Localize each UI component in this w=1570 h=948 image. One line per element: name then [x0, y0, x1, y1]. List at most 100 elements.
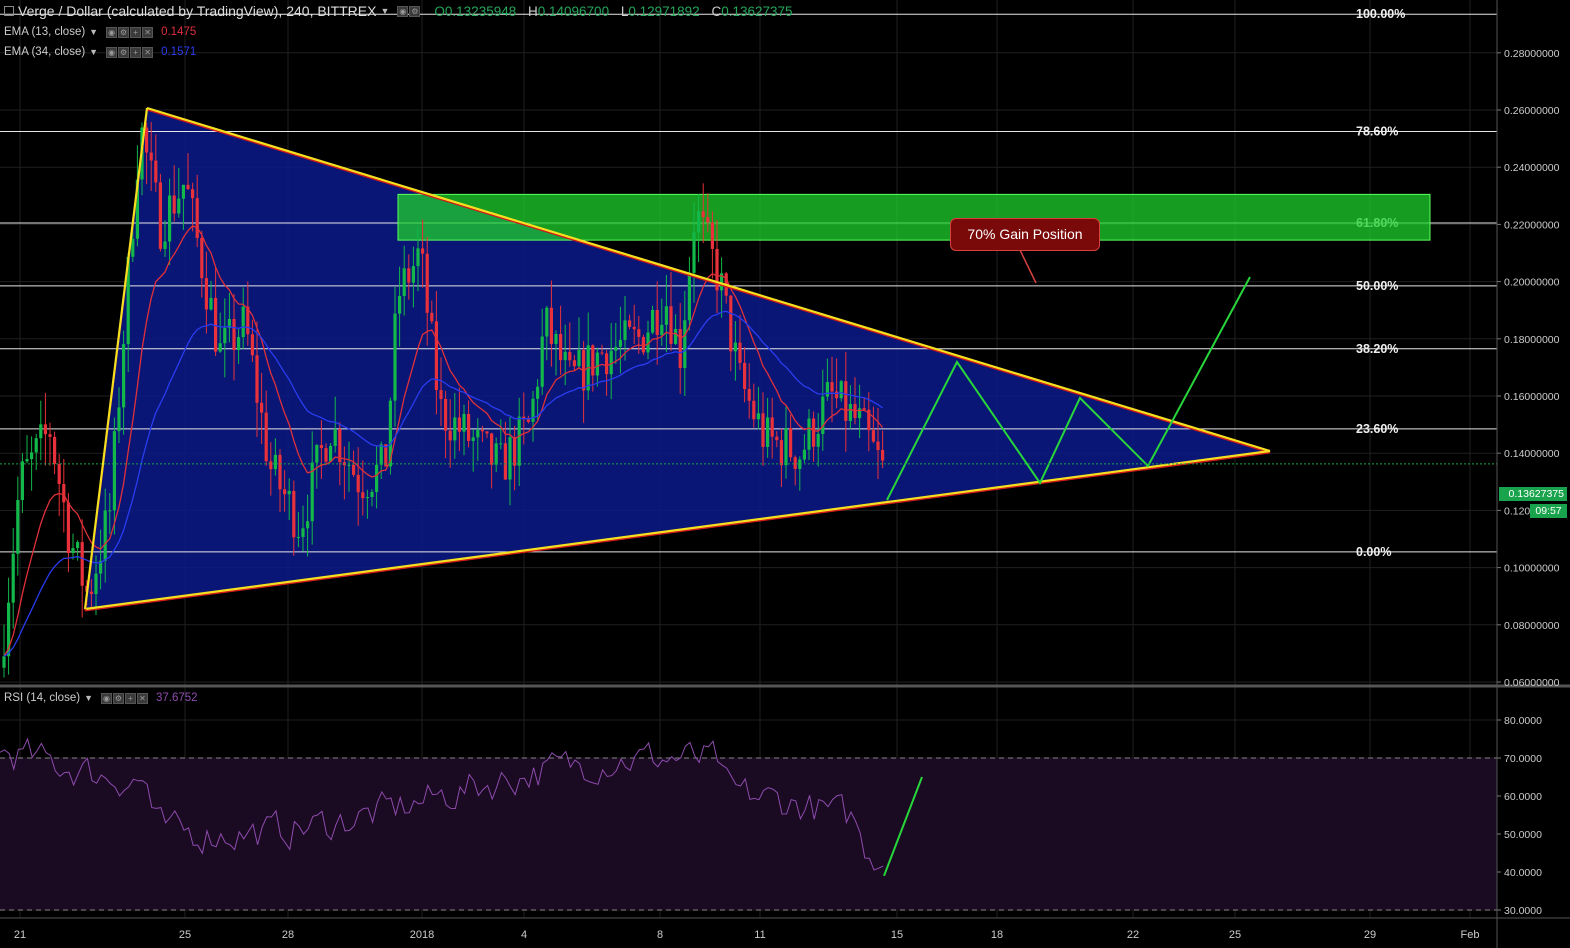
candle-body — [181, 184, 185, 199]
price-tick-label: 0.08000000 — [1504, 620, 1560, 632]
candle-body — [830, 382, 834, 392]
fib-level-label: 23.60% — [1356, 422, 1398, 436]
bar-countdown: 09:57 — [1530, 504, 1567, 518]
ema34-value: 0.1571 — [161, 46, 197, 58]
rsi-dropdown-icon[interactable]: ▼ — [84, 693, 93, 703]
candle-body — [94, 573, 98, 595]
candle-body — [563, 351, 567, 361]
close-icon[interactable]: ✕ — [136, 692, 148, 704]
ema13-value: 0.1475 — [161, 26, 197, 38]
candle-body — [641, 336, 645, 353]
rsi-label[interactable]: RSI (14, close) — [4, 692, 80, 704]
ema34-legend[interactable]: EMA (34, close) ▼ ◉ ⚙ + ✕ 0.1571 — [4, 46, 196, 58]
candle-body — [411, 266, 415, 283]
candle-body — [122, 344, 126, 408]
price-tick-label: 0.18000000 — [1504, 334, 1560, 346]
candle-body — [687, 272, 691, 321]
price-tick-label: 0.24000000 — [1504, 162, 1560, 174]
symbol-title[interactable]: Verge / Dollar (calculated by TradingVie… — [18, 3, 376, 19]
candle-body — [807, 418, 811, 450]
candle-body — [545, 307, 549, 337]
candle-body — [844, 381, 848, 421]
candle-body — [112, 431, 116, 511]
candle-body — [237, 337, 241, 351]
ema13-legend[interactable]: EMA (13, close) ▼ ◉ ⚙ + ✕ 0.1475 — [4, 26, 196, 38]
symbol-dropdown-icon[interactable]: ▼ — [380, 6, 389, 16]
settings-icon[interactable]: ⚙ — [409, 5, 421, 17]
candle-body — [352, 464, 356, 475]
close-icon[interactable]: ✕ — [142, 46, 154, 58]
candle-body — [572, 360, 576, 367]
candle-body — [490, 433, 494, 465]
candle-body — [775, 436, 779, 441]
time-tick-label: 25 — [1229, 929, 1241, 941]
price-tick-label: 0.22000000 — [1504, 219, 1560, 231]
add-icon[interactable]: + — [130, 46, 142, 58]
candle-body — [793, 457, 797, 470]
collapse-icon[interactable] — [4, 6, 14, 16]
candle-body — [632, 326, 636, 330]
candle-body — [255, 355, 259, 403]
ema34-label[interactable]: EMA (34, close) — [4, 46, 85, 58]
candle-body — [16, 500, 20, 554]
candle-body — [108, 510, 112, 512]
candle-body — [89, 591, 93, 595]
candle-body — [835, 391, 839, 399]
fib-level-label: 78.60% — [1356, 124, 1398, 138]
ema13-dropdown-icon[interactable]: ▼ — [89, 27, 98, 37]
rsi-legend[interactable]: RSI (14, close) ▼ ◉ ⚙ + ✕ 37.6752 — [4, 692, 198, 704]
close-icon[interactable]: ✕ — [142, 26, 154, 38]
candle-body — [444, 398, 448, 431]
open-value: 0.13235948 — [444, 3, 517, 19]
ema34-dropdown-icon[interactable]: ▼ — [89, 47, 98, 57]
candle-body — [743, 362, 747, 390]
settings-icon[interactable]: ⚙ — [118, 26, 130, 38]
ema34-controls: ◉ ⚙ + ✕ — [106, 46, 154, 58]
price-tick-label: 0.26000000 — [1504, 105, 1560, 117]
candle-body — [292, 490, 296, 538]
rsi-tick-label: 30.0000 — [1504, 905, 1542, 917]
candle-body — [637, 329, 641, 337]
add-icon[interactable]: + — [130, 26, 142, 38]
candle-body — [540, 336, 544, 387]
candle-body — [71, 548, 75, 554]
candle-body — [499, 443, 503, 445]
settings-icon[interactable]: ⚙ — [112, 692, 124, 704]
time-tick-label: 4 — [521, 929, 527, 941]
eye-icon[interactable]: ◉ — [397, 5, 409, 17]
gain-callout[interactable]: 70% Gain Position — [950, 218, 1100, 251]
candle-body — [881, 450, 885, 461]
ohlc-readout: O0.13235948 H0.14096700 L0.12971892 C0.1… — [434, 4, 792, 19]
candle-body — [393, 313, 397, 401]
candle-body — [549, 307, 553, 344]
eye-icon[interactable]: ◉ — [106, 26, 118, 38]
candle-body — [733, 342, 737, 352]
candle-body — [494, 443, 498, 465]
settings-icon[interactable]: ⚙ — [118, 46, 130, 58]
candle-body — [195, 198, 199, 238]
candle-body — [453, 417, 457, 441]
candle-body — [416, 248, 420, 267]
candle-body — [738, 342, 742, 363]
candle-body — [375, 464, 379, 492]
candle-body — [232, 318, 236, 351]
candle-body — [177, 198, 181, 214]
candle-body — [439, 390, 443, 399]
candle-body — [674, 328, 678, 344]
candle-body — [30, 452, 34, 460]
candle-body — [324, 448, 328, 462]
candle-body — [789, 428, 793, 458]
candle-body — [779, 440, 783, 466]
add-icon[interactable]: + — [124, 692, 136, 704]
symbol-header[interactable]: Verge / Dollar (calculated by TradingVie… — [4, 3, 793, 19]
candle-body — [361, 492, 365, 499]
rsi-tick-label: 40.0000 — [1504, 867, 1542, 879]
rsi-controls: ◉ ⚙ + ✕ — [100, 692, 148, 704]
candle-body — [347, 464, 351, 466]
eye-icon[interactable]: ◉ — [106, 46, 118, 58]
eye-icon[interactable]: ◉ — [100, 692, 112, 704]
candle-body — [11, 553, 15, 603]
ema13-label[interactable]: EMA (13, close) — [4, 26, 85, 38]
chart-canvas[interactable]: 100.00%78.60%61.80%50.00%38.20%23.60%0.0… — [0, 0, 1570, 948]
candle-body — [43, 424, 47, 435]
